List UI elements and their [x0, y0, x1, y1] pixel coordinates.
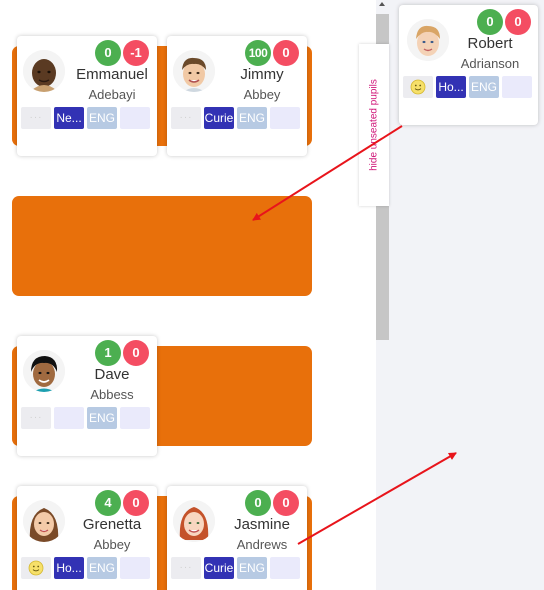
- mood-tag[interactable]: [21, 557, 51, 579]
- pupil-first-name: Robert: [467, 35, 513, 52]
- negative-points-badge[interactable]: 0: [505, 9, 531, 35]
- extra-tag[interactable]: [120, 557, 150, 579]
- extra-tag[interactable]: [270, 107, 300, 129]
- unseated-pupils-panel: Robert Adrianson 0 0 Ho... ENG: [389, 0, 544, 590]
- pupil-last-name: Adebayi: [88, 87, 136, 102]
- avatar: [173, 50, 215, 92]
- placeholder-dots: ···: [179, 562, 193, 573]
- hide-unseated-pupils-tab[interactable]: hide unseated pupils: [359, 44, 389, 206]
- house-tag[interactable]: Ne...: [54, 107, 84, 129]
- placeholder-dots: ···: [179, 112, 193, 123]
- smiley-icon: [28, 560, 44, 576]
- avatar: [23, 350, 65, 392]
- desk[interactable]: [12, 196, 312, 296]
- pupil-last-name: Andrews: [236, 537, 288, 552]
- language-tag[interactable]: ENG: [237, 107, 267, 129]
- pupil-tags: ··· Ne... ENG: [21, 107, 150, 129]
- positive-points-badge[interactable]: 1: [95, 340, 121, 366]
- pupil-last-name: Abbess: [90, 387, 134, 402]
- language-tag[interactable]: ENG: [469, 76, 499, 98]
- pupil-tags: ··· ENG: [21, 407, 150, 429]
- negative-points-badge[interactable]: -1: [123, 40, 149, 66]
- avatar: [23, 50, 65, 92]
- pupil-card[interactable]: Emmanuel Adebayi 0 -1 ··· Ne... ENG: [17, 36, 157, 156]
- mood-tag[interactable]: ···: [21, 107, 51, 129]
- placeholder-dots: ···: [29, 112, 43, 123]
- extra-tag[interactable]: [120, 407, 150, 429]
- negative-points-badge[interactable]: 0: [273, 490, 299, 516]
- mood-tag[interactable]: ···: [171, 557, 201, 579]
- pupil-last-name: Adrianson: [460, 56, 520, 71]
- house-tag[interactable]: Ho...: [436, 76, 466, 98]
- pupil-card[interactable]: Dave Abbess 1 0 ··· ENG: [17, 336, 157, 456]
- language-tag[interactable]: ENG: [237, 557, 267, 579]
- positive-points-badge[interactable]: 0: [477, 9, 503, 35]
- avatar: [173, 500, 215, 542]
- scroll-up-arrow-icon[interactable]: [379, 2, 385, 6]
- pupil-tags: Ho... ENG: [403, 76, 532, 98]
- pupil-tags: Ho... ENG: [21, 557, 150, 579]
- pupil-tags: ··· Curie ENG: [171, 107, 300, 129]
- language-tag[interactable]: ENG: [87, 557, 117, 579]
- pupil-first-name: Jasmine: [234, 516, 290, 533]
- positive-points-badge[interactable]: 0: [245, 490, 271, 516]
- seating-plan: Emmanuel Adebayi 0 -1 ··· Ne... ENG Jimm…: [0, 0, 376, 590]
- smiley-icon: [410, 79, 426, 95]
- house-tag[interactable]: Curie: [204, 107, 234, 129]
- negative-points-badge[interactable]: 0: [273, 40, 299, 66]
- extra-tag[interactable]: [502, 76, 532, 98]
- language-tag[interactable]: ENG: [87, 407, 117, 429]
- extra-tag[interactable]: [120, 107, 150, 129]
- negative-points-badge[interactable]: 0: [123, 340, 149, 366]
- pupil-last-name: Abbey: [93, 537, 131, 552]
- pupil-card[interactable]: Jimmy Abbey 100 0 ··· Curie ENG: [167, 36, 307, 156]
- positive-points-badge[interactable]: 0: [95, 40, 121, 66]
- positive-points-badge[interactable]: 4: [95, 490, 121, 516]
- pupil-tags: ··· Curie ENG: [171, 557, 300, 579]
- pupil-first-name: Grenetta: [82, 516, 142, 533]
- language-tag[interactable]: ENG: [87, 107, 117, 129]
- pupil-last-name: Abbey: [243, 87, 281, 102]
- extra-tag[interactable]: [270, 557, 300, 579]
- negative-points-badge[interactable]: 0: [123, 490, 149, 516]
- pupil-card[interactable]: Grenetta Abbey 4 0 Ho... ENG: [17, 486, 157, 590]
- pupil-first-name: Jimmy: [240, 66, 284, 83]
- pupil-first-name: Dave: [94, 366, 130, 383]
- hide-unseated-pupils-label: hide unseated pupils: [368, 79, 380, 171]
- house-tag[interactable]: [54, 407, 84, 429]
- mood-tag[interactable]: [403, 76, 433, 98]
- placeholder-dots: ···: [29, 412, 43, 423]
- mood-tag[interactable]: ···: [171, 107, 201, 129]
- avatar: [23, 500, 65, 542]
- pupil-first-name: Emmanuel: [76, 66, 148, 83]
- unseated-pupil-card[interactable]: Robert Adrianson 0 0 Ho... ENG: [399, 5, 538, 125]
- positive-points-badge[interactable]: 100: [245, 40, 271, 66]
- house-tag[interactable]: Ho...: [54, 557, 84, 579]
- pupil-card[interactable]: Jasmine Andrews 0 0 ··· Curie ENG: [167, 486, 307, 590]
- house-tag[interactable]: Curie: [204, 557, 234, 579]
- mood-tag[interactable]: ···: [21, 407, 51, 429]
- avatar: [407, 19, 449, 61]
